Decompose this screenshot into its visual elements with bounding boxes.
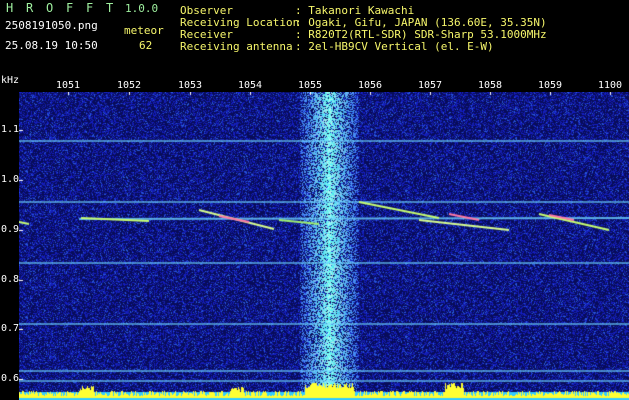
x-tick-label: 1059	[538, 80, 563, 91]
meteor-label: meteor	[124, 24, 164, 37]
x-tick-label: 1053	[178, 80, 203, 91]
y-tick-label: 0.9	[1, 224, 20, 235]
x-tick-label: 1052	[117, 80, 142, 91]
antenna-value: : 2el-HB9CV Vertical (el. E-W)	[295, 40, 494, 53]
capture-filename: 2508191050.png	[5, 19, 98, 32]
app-title-letter: F	[86, 1, 94, 15]
app-title-letter: F	[66, 1, 74, 15]
x-tick-label: 1056	[358, 80, 383, 91]
y-unit-label: kHz	[1, 75, 20, 86]
x-tick-label: 1057	[418, 80, 443, 91]
hrofft-window: HROFFT 1.0.0 2508191050.png meteor 25.08…	[0, 0, 629, 400]
capture-datetime: 25.08.19 10:50	[5, 39, 98, 52]
y-tick-label: 1.0	[1, 174, 20, 185]
app-title-letter: R	[26, 1, 34, 15]
x-tick-label: 1058	[478, 80, 503, 91]
app-version: 1.0.0	[125, 2, 159, 15]
meteor-count: 62	[139, 39, 153, 52]
y-tick-label: 0.6	[1, 373, 20, 384]
app-title-letter: O	[46, 1, 54, 15]
spectrogram-canvas	[19, 92, 629, 400]
y-tick-label: 0.7	[1, 323, 20, 334]
x-tick-label: 1055	[298, 80, 323, 91]
x-tick-label: 1051	[56, 80, 81, 91]
app-title-letter: H	[6, 1, 14, 15]
y-tick-label: 0.8	[1, 274, 20, 285]
app-title-letter: T	[106, 1, 114, 15]
antenna-label: Receiving antenna	[180, 40, 293, 53]
y-tick-label: 1.1	[1, 124, 20, 135]
x-tick-label: 1054	[238, 80, 263, 91]
x-tick-label: 1100	[598, 80, 623, 91]
